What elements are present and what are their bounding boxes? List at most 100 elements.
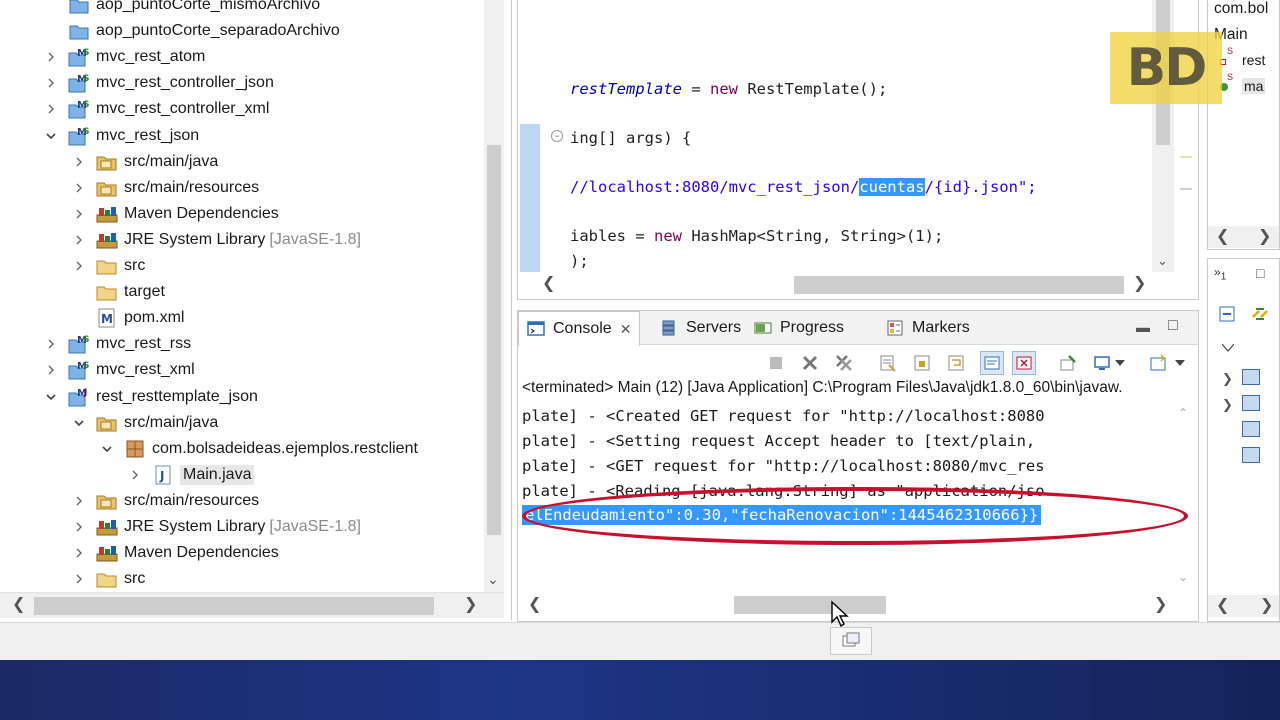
tree-item[interactable]: Maven Dependencies: [72, 540, 283, 566]
minimize-icon[interactable]: ▬: [1136, 319, 1150, 335]
scroll-right-icon[interactable]: ❯: [1260, 598, 1273, 614]
expand-arrow-icon[interactable]: [72, 233, 86, 247]
collapse-arrow-icon[interactable]: [44, 390, 58, 404]
tree-item[interactable]: M S mvc_rest_json: [44, 123, 203, 149]
tree-item[interactable]: M S mvc_rest_xml: [44, 357, 199, 383]
scroll-left-icon[interactable]: ❮: [1216, 229, 1229, 245]
expand-arrow-icon[interactable]: [44, 337, 58, 351]
collapse-all-icon[interactable]: [1218, 305, 1236, 328]
tree-item[interactable]: Mpom.xml: [72, 305, 188, 331]
close-icon[interactable]: ✕: [620, 321, 632, 338]
tree-item[interactable]: M J rest_resttemplate_json: [44, 384, 262, 410]
show-console-on-stderr-icon[interactable]: [1012, 351, 1036, 375]
expand-arrow-icon[interactable]: [72, 181, 86, 195]
scroll-right-icon[interactable]: ❯: [1133, 276, 1146, 292]
expand-arrow-icon[interactable]: [72, 494, 86, 508]
tree-item[interactable]: src: [72, 253, 149, 279]
expand-arrow-icon[interactable]: [72, 207, 86, 221]
remove-all-terminated-icon[interactable]: [832, 351, 856, 375]
scroll-left-icon[interactable]: ❮: [542, 276, 555, 292]
pin-console-icon[interactable]: [1056, 351, 1080, 375]
tree-item[interactable]: aop_puntoCorte_mismoArchivo: [44, 0, 324, 18]
expand-arrow-icon[interactable]: [44, 363, 58, 377]
expand-arrow-icon[interactable]: [72, 572, 86, 586]
maximize-icon[interactable]: □: [1256, 265, 1264, 281]
more-views-icon[interactable]: »1: [1214, 265, 1226, 282]
expand-arrow-icon[interactable]: [44, 76, 58, 90]
expand-arrow-icon[interactable]: [128, 468, 142, 482]
server-item-icon[interactable]: [1242, 421, 1260, 437]
secondary-horizontal-scrollbar[interactable]: ❮ ❯: [1208, 595, 1279, 617]
open-console-icon[interactable]: [1146, 351, 1170, 375]
scroll-left-icon[interactable]: ❮: [1216, 598, 1229, 614]
editor-horizontal-scrollbar[interactable]: ❮ ❯: [518, 272, 1178, 298]
outline-horizontal-scrollbar[interactable]: ❮ ❯: [1208, 226, 1279, 248]
expand-arrow-icon[interactable]: [72, 520, 86, 534]
tab-servers[interactable]: Servers: [652, 311, 749, 345]
chevron-down-icon[interactable]: [1172, 351, 1188, 375]
overview-marker[interactable]: [1180, 188, 1192, 190]
console-hscroll-thumb[interactable]: [734, 596, 886, 614]
server-item-icon[interactable]: [1242, 395, 1260, 411]
server-item-icon[interactable]: [1242, 369, 1260, 385]
collapse-arrow-icon[interactable]: [72, 416, 86, 430]
tree-item[interactable]: JRE System Library [JavaSE-1.8]: [72, 514, 361, 540]
explorer-vertical-scrollbar[interactable]: ⌄: [484, 0, 504, 592]
expand-arrow-icon[interactable]: [72, 259, 86, 273]
scroll-down-icon[interactable]: ⌄: [1178, 571, 1188, 583]
explorer-vscroll-thumb[interactable]: [487, 145, 501, 535]
tree-item[interactable]: M S mvc_rest_atom: [44, 44, 209, 70]
tree-item[interactable]: src/main/resources: [72, 175, 263, 201]
terminate-icon[interactable]: [764, 351, 788, 375]
chevron-down-icon[interactable]: [1221, 339, 1235, 357]
tree-item[interactable]: src/main/java: [72, 410, 222, 436]
collapse-arrow-icon[interactable]: [44, 129, 58, 143]
overview-marker[interactable]: [1180, 156, 1192, 158]
collapse-arrow-icon[interactable]: [100, 442, 114, 456]
tree-item[interactable]: M S mvc_rest_controller_xml: [44, 96, 273, 122]
scroll-lock-icon[interactable]: [910, 351, 934, 375]
expand-arrow-icon[interactable]: [44, 50, 58, 64]
outline-item[interactable]: S rest: [1220, 46, 1265, 68]
tree-item[interactable]: JRE System Library [JavaSE-1.8]: [72, 227, 361, 253]
fold-collapse-icon[interactable]: −: [551, 130, 563, 142]
word-wrap-icon[interactable]: [944, 351, 968, 375]
explorer-horizontal-scrollbar[interactable]: ❮ ❯: [0, 592, 504, 618]
tree-item[interactable]: M S mvc_rest_rss: [44, 331, 195, 357]
tree-item[interactable]: aop_puntoCorte_separadoArchivo: [44, 18, 344, 44]
explorer-hscroll-thumb[interactable]: [34, 597, 434, 615]
expand-arrow-icon[interactable]: [72, 155, 86, 169]
scroll-down-icon[interactable]: ⌄: [1157, 254, 1168, 267]
scroll-left-icon[interactable]: ❮: [528, 597, 541, 613]
tree-item[interactable]: com.bolsadeideas.ejemplos.restclient: [100, 436, 422, 462]
tree-item[interactable]: src: [72, 566, 149, 592]
console-vertical-scrollbar[interactable]: ⌃ ⌄: [1178, 407, 1192, 587]
show-console-on-stdout-icon[interactable]: [980, 351, 1004, 375]
scroll-down-icon[interactable]: ⌄: [487, 571, 499, 588]
chevron-down-icon[interactable]: [1112, 351, 1128, 375]
expand-arrow-icon[interactable]: [72, 546, 86, 560]
clear-console-icon[interactable]: [876, 351, 900, 375]
outline-item[interactable]: S ma: [1220, 72, 1266, 94]
display-selected-console-icon[interactable]: [1090, 351, 1114, 375]
maximize-icon[interactable]: □: [1168, 317, 1178, 335]
scroll-right-icon[interactable]: ❯: [464, 597, 477, 613]
tree-item[interactable]: J Main.java: [128, 462, 258, 488]
tab-markers[interactable]: Markers: [878, 311, 978, 345]
tree-item[interactable]: M S mvc_rest_controller_json: [44, 70, 278, 96]
editor-hscroll-thumb[interactable]: [794, 276, 1124, 294]
tab-console[interactable]: Console ✕: [518, 311, 641, 346]
scroll-right-icon[interactable]: ❯: [1154, 597, 1167, 613]
expand-arrow-icon[interactable]: ❯: [1222, 397, 1233, 413]
scroll-left-icon[interactable]: ❮: [12, 597, 25, 613]
console-horizontal-scrollbar[interactable]: ❮ ❯: [518, 591, 1198, 619]
tree-item[interactable]: Maven Dependencies: [72, 201, 283, 227]
scroll-up-icon[interactable]: ⌃: [1178, 407, 1188, 419]
code-editor[interactable]: − restTemplate = new RestTemplate(); ing…: [517, 0, 1199, 300]
remove-launch-icon[interactable]: [798, 351, 822, 375]
expand-arrow-icon[interactable]: ❯: [1222, 371, 1233, 387]
tree-item[interactable]: src/main/resources: [72, 488, 263, 514]
tree-item[interactable]: src/main/java: [72, 149, 222, 175]
tree-item[interactable]: target: [72, 279, 169, 305]
scroll-right-icon[interactable]: ❯: [1258, 229, 1271, 245]
